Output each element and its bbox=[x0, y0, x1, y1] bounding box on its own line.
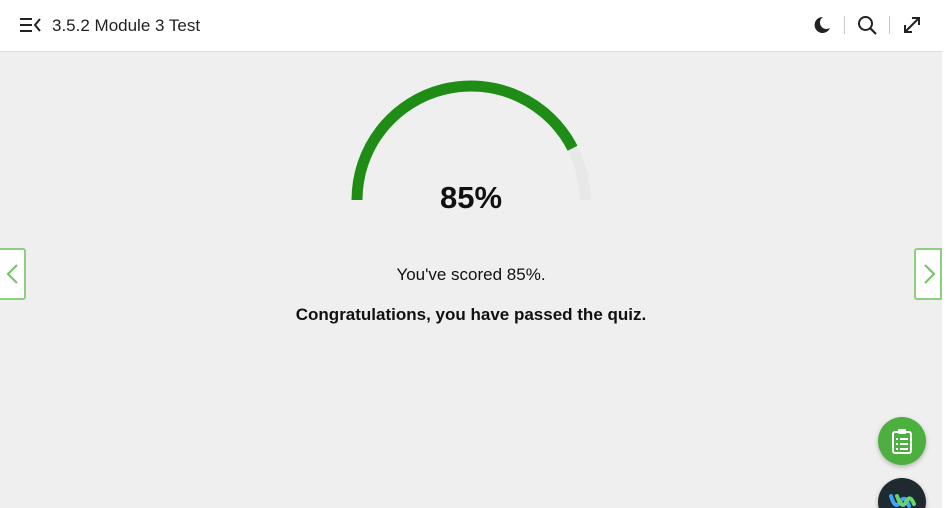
webex-button[interactable] bbox=[878, 478, 926, 508]
scrollbar[interactable] bbox=[942, 0, 948, 508]
page-title: 3.5.2 Module 3 Test bbox=[52, 16, 201, 35]
fullscreen-icon[interactable] bbox=[901, 14, 923, 36]
score-message: You've scored 85%. bbox=[396, 265, 546, 284]
quiz-result-page: 3.5.2 Module 3 Test 85% You've scored 85… bbox=[0, 0, 948, 508]
chevron-right-icon bbox=[924, 264, 936, 284]
notes-button[interactable] bbox=[878, 417, 926, 465]
previous-page-button[interactable] bbox=[0, 248, 26, 300]
webex-icon bbox=[889, 494, 916, 508]
score-percentage: 85% bbox=[439, 180, 503, 215]
header-divider bbox=[844, 16, 845, 34]
header-divider bbox=[889, 16, 890, 34]
chevron-left-icon bbox=[6, 264, 18, 284]
top-header: 3.5.2 Module 3 Test bbox=[0, 0, 942, 52]
menu-collapse-icon[interactable] bbox=[20, 16, 42, 34]
moon-icon[interactable] bbox=[811, 14, 833, 36]
pass-message: Congratulations, you have passed the qui… bbox=[295, 305, 647, 324]
next-page-button[interactable] bbox=[914, 248, 942, 300]
search-icon[interactable] bbox=[856, 14, 878, 36]
clipboard-list-icon bbox=[892, 429, 912, 454]
